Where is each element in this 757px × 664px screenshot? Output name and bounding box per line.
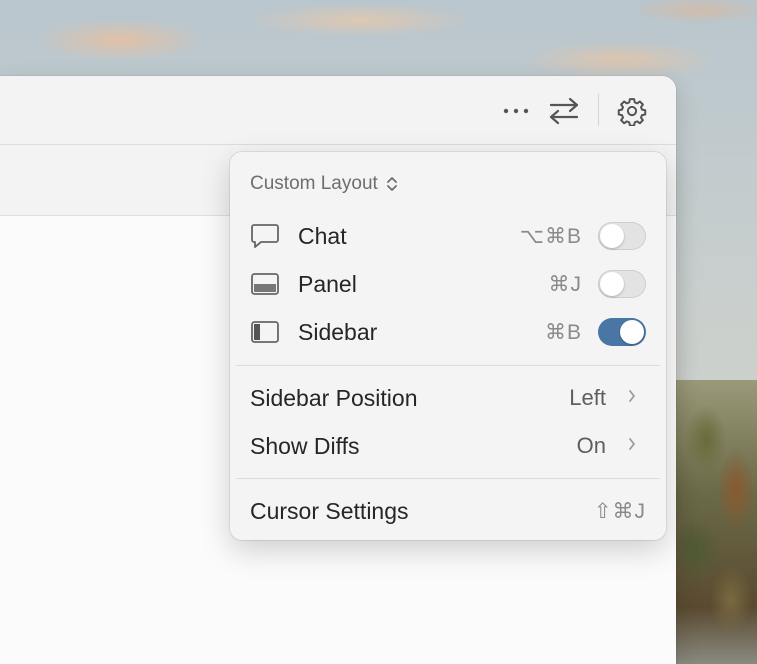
shortcut-label: ⇧⌘J <box>593 499 646 523</box>
toggle-knob <box>600 272 624 296</box>
toolbar-separator <box>598 94 599 126</box>
menu-item-label: Sidebar <box>298 318 378 345</box>
menu-item-label: Sidebar Position <box>250 384 418 411</box>
menu-divider <box>236 478 660 479</box>
menu-item-label: Chat <box>298 222 347 249</box>
panel-toggle[interactable] <box>598 270 646 298</box>
shortcut-label: ⌘B <box>544 320 582 344</box>
setting-value: On <box>576 433 606 458</box>
chat-bubble-icon <box>250 221 280 251</box>
layout-selector[interactable]: Custom Layout <box>250 172 398 196</box>
background-landscape <box>676 380 757 664</box>
menu-item-chat[interactable]: Chat ⌥⌘B <box>230 214 666 258</box>
chevron-right-icon <box>628 389 636 408</box>
title-bar <box>0 76 676 145</box>
chevron-right-icon <box>628 437 636 456</box>
menu-item-panel[interactable]: Panel ⌘J <box>230 262 666 306</box>
menu-item-sidebar-position[interactable]: Sidebar Position Left <box>230 376 666 420</box>
layout-selector-label: Custom Layout <box>250 173 378 194</box>
gear-icon[interactable] <box>615 94 649 128</box>
sidebar-icon <box>250 317 280 347</box>
more-icon[interactable] <box>499 94 533 128</box>
menu-item-show-diffs[interactable]: Show Diffs On <box>230 424 666 468</box>
shortcut-label: ⌥⌘B <box>519 224 582 248</box>
layout-dropdown-menu: Custom Layout Chat ⌥⌘B Panel ⌘J Sidebar … <box>230 152 666 540</box>
sidebar-toggle[interactable] <box>598 318 646 346</box>
menu-item-cursor-settings[interactable]: Cursor Settings ⇧⌘J <box>230 489 666 533</box>
panel-icon <box>250 269 280 299</box>
shortcut-label: ⌘J <box>548 272 582 296</box>
toggle-knob <box>620 320 644 344</box>
menu-divider <box>236 365 660 366</box>
menu-item-label: Cursor Settings <box>250 497 409 524</box>
toggle-knob <box>600 224 624 248</box>
swap-icon[interactable] <box>547 94 581 128</box>
chevron-updown-icon <box>386 177 397 191</box>
menu-item-sidebar[interactable]: Sidebar ⌘B <box>230 310 666 354</box>
menu-item-label: Panel <box>298 270 357 297</box>
menu-item-label: Show Diffs <box>250 432 360 459</box>
setting-value: Left <box>569 385 606 410</box>
chat-toggle[interactable] <box>598 222 646 250</box>
